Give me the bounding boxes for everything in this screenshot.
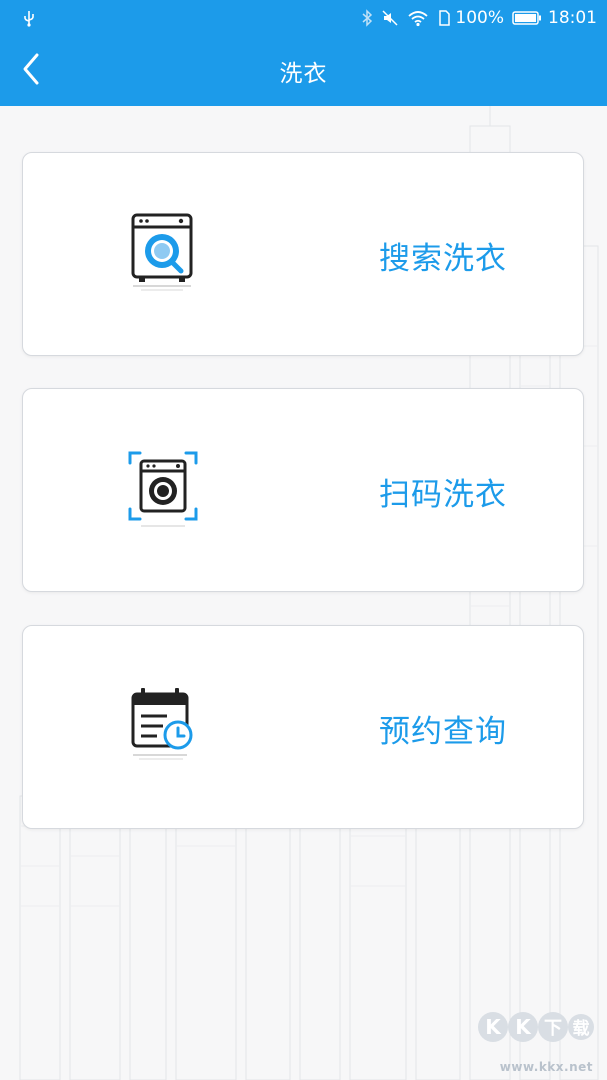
battery-icon [512, 10, 542, 26]
scan-laundry-card[interactable]: 扫码洗衣 [22, 388, 584, 592]
washer-search-icon [127, 211, 199, 295]
reservation-query-card[interactable]: 预约查询 [22, 625, 584, 829]
search-laundry-label: 搜索洗衣 [379, 240, 507, 277]
watermark: K K 下 载 www.kkx.net [471, 1004, 599, 1074]
clock: 18:01 [548, 8, 597, 28]
svg-text:K: K [515, 1015, 532, 1039]
sim-icon [437, 9, 451, 27]
search-laundry-card[interactable]: 搜索洗衣 [22, 152, 584, 356]
watermark-url: www.kkx.net [499, 1060, 593, 1074]
status-bar: 100% 18:01 [0, 0, 607, 36]
kk-download-logo: K K 下 载 [478, 1012, 594, 1042]
svg-text:下: 下 [544, 1018, 562, 1039]
battery-percent: 100% [455, 8, 504, 28]
svg-text:载: 载 [573, 1018, 590, 1039]
mute-icon [381, 9, 399, 27]
back-button[interactable] [8, 46, 54, 96]
page-title: 洗衣 [279, 61, 328, 87]
app-bar: 洗衣 [0, 36, 607, 106]
reservation-query-label: 预约查询 [379, 713, 507, 750]
usb-icon [22, 9, 36, 27]
calendar-clock-icon [127, 684, 199, 768]
scan-laundry-label: 扫码洗衣 [379, 476, 507, 513]
wifi-icon [407, 9, 429, 27]
chevron-left-icon [21, 52, 41, 90]
bluetooth-icon [361, 9, 373, 27]
svg-text:K: K [485, 1015, 502, 1039]
washer-scan-icon [127, 447, 199, 531]
